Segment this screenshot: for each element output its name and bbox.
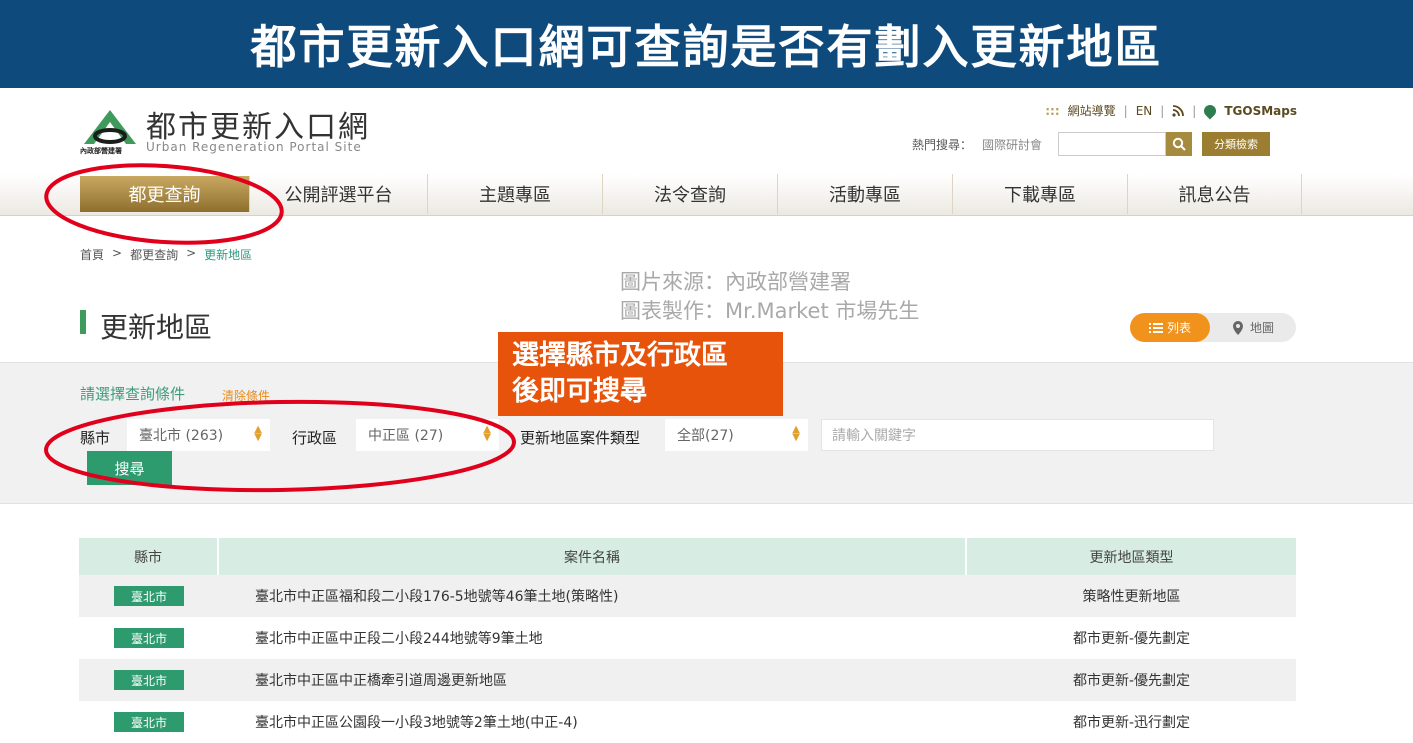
nav-topics[interactable]: 主題專區 — [428, 174, 603, 214]
header-case-name: 案件名稱 — [219, 538, 967, 575]
image-credit: 圖片來源：內政部營建署 圖表製作：Mr.Market 市場先生 — [620, 268, 919, 326]
breadcrumb: 首頁 > 都更查詢 > 更新地區 — [80, 246, 252, 263]
case-name[interactable]: 臺北市中正區中正段二小段244地號等9筆土地 — [219, 628, 967, 648]
case-type-select[interactable]: 全部(27) ▲ ▼ — [665, 419, 808, 451]
site-search-button[interactable] — [1166, 132, 1193, 156]
category-search-button[interactable]: 分類檢索 — [1202, 132, 1271, 156]
banner-title: 都市更新入口網可查詢是否有劃入更新地區 — [250, 20, 1163, 74]
hot-search-label: 熱門搜尋： — [912, 137, 973, 152]
title-banner: 都市更新入口網可查詢是否有劃入更新地區 — [0, 0, 1413, 88]
case-name[interactable]: 臺北市中正區公園段一小段3地號等2筆土地(中正-4) — [219, 712, 967, 732]
nav-urban-renewal-query[interactable]: 都更查詢 — [80, 176, 250, 212]
filter-title: 請選擇查詢條件 — [80, 385, 186, 403]
map-view-label: 地圖 — [1249, 321, 1274, 335]
logo-subtitle: Urban Regeneration Portal Site — [146, 140, 362, 154]
hot-search-bar: 熱門搜尋： 國際研討會 分類檢索 — [912, 132, 1271, 156]
site-search-input[interactable] — [1058, 132, 1167, 156]
select-arrows-icon: ▲ ▼ — [483, 424, 491, 443]
table-row[interactable]: 臺北市 臺北市中正區公園段一小段3地號等2筆土地(中正-4) 都市更新-迅行劃定 — [79, 701, 1296, 743]
title-accent-bar — [80, 310, 86, 334]
area-type: 都市更新-優先劃定 — [1072, 673, 1191, 689]
table-header: 縣市 案件名稱 更新地區類型 — [79, 538, 1296, 575]
list-icon — [1148, 322, 1163, 333]
nav-public-selection[interactable]: 公開評選平台 — [250, 174, 428, 214]
divider: | — [1160, 103, 1165, 118]
sitemap-dots: ::: — [1045, 103, 1060, 118]
case-type-select-value: 全部(27) — [677, 428, 734, 444]
divider: | — [1123, 103, 1128, 118]
city-badge: 臺北市 — [114, 670, 184, 690]
area-type: 都市更新-優先劃定 — [1072, 631, 1191, 647]
search-button[interactable]: 搜尋 — [87, 451, 172, 485]
rss-icon[interactable] — [1172, 104, 1185, 117]
nav-events[interactable]: 活動專區 — [778, 174, 953, 214]
credit-author: 圖表製作：Mr.Market 市場先生 — [620, 299, 920, 323]
list-view-label: 列表 — [1166, 321, 1191, 335]
breadcrumb-query[interactable]: 都更查詢 — [130, 246, 178, 263]
city-badge: 臺北市 — [114, 712, 184, 732]
search-icon — [1172, 137, 1186, 151]
english-link[interactable]: EN — [1136, 104, 1153, 118]
divider: | — [1192, 103, 1197, 118]
table-row[interactable]: 臺北市 臺北市中正區中正橋牽引道周邊更新地區 都市更新-優先劃定 — [79, 659, 1296, 701]
instruction-callout: 選擇縣市及行政區 後即可搜尋 — [498, 332, 783, 416]
list-view-button[interactable]: 列表 — [1130, 313, 1210, 342]
district-label: 行政區 — [292, 429, 338, 447]
city-badge: 臺北市 — [114, 586, 184, 606]
main-nav: 都更查詢 公開評選平台 主題專區 法令查詢 活動專區 下載專區 訊息公告 — [0, 174, 1413, 216]
table-row[interactable]: 臺北市 臺北市中正區中正段二小段244地號等9筆土地 都市更新-優先劃定 — [79, 617, 1296, 659]
nav-announcements[interactable]: 訊息公告 — [1128, 174, 1302, 214]
select-arrows-icon: ▲ ▼ — [792, 424, 800, 443]
results-table: 縣市 案件名稱 更新地區類型 臺北市 臺北市中正區福和段二小段176-5地號等4… — [79, 538, 1296, 743]
nav-regulations[interactable]: 法令查詢 — [603, 174, 778, 214]
city-badge: 臺北市 — [114, 628, 184, 648]
portal-page: 都市更新入口網 Urban Regeneration Portal Site 內… — [0, 88, 1413, 743]
clear-filters-link[interactable]: 清除條件 — [222, 387, 270, 404]
header-city: 縣市 — [79, 538, 219, 575]
table-row[interactable]: 臺北市 臺北市中正區福和段二小段176-5地號等46筆土地(策略性) 策略性更新… — [79, 575, 1296, 617]
map-pin-icon — [1201, 102, 1219, 119]
map-pin-icon — [1232, 320, 1243, 335]
nav-downloads[interactable]: 下載專區 — [953, 174, 1128, 214]
case-type-label: 更新地區案件類型 — [520, 429, 641, 447]
page-title: 更新地區 — [100, 311, 213, 344]
hot-search-term[interactable]: 國際研討會 — [982, 136, 1042, 153]
map-view-button[interactable]: 地圖 — [1210, 319, 1296, 336]
district-select[interactable]: 中正區 (27) ▲ ▼ — [356, 419, 499, 451]
area-type: 都市更新-迅行劃定 — [1072, 715, 1191, 731]
city-select[interactable]: 臺北市 (263) ▲ ▼ — [127, 419, 270, 451]
sitemap-link[interactable]: 網站導覽 — [1068, 102, 1116, 119]
table-body: 臺北市 臺北市中正區福和段二小段176-5地號等46筆土地(策略性) 策略性更新… — [79, 575, 1296, 743]
header-area-type: 更新地區類型 — [1089, 549, 1174, 566]
view-toggle: 列表 地圖 — [1130, 313, 1296, 342]
callout-line-2: 後即可搜尋 — [512, 376, 647, 407]
callout-line-1: 選擇縣市及行政區 — [512, 340, 728, 371]
city-select-value: 臺北市 (263) — [139, 428, 224, 444]
breadcrumb-separator: > — [186, 246, 197, 260]
breadcrumb-current: 更新地區 — [204, 248, 253, 262]
district-select-value: 中正區 (27) — [368, 428, 444, 444]
logo-icon — [84, 110, 136, 144]
case-name[interactable]: 臺北市中正區中正橋牽引道周邊更新地區 — [219, 670, 967, 690]
keyword-input[interactable]: 請輸入關鍵字 — [821, 419, 1214, 451]
city-label: 縣市 — [80, 429, 111, 447]
area-type: 策略性更新地區 — [1082, 589, 1181, 605]
utility-nav: ::: 網站導覽 | EN | | TGOSMaps — [1045, 102, 1297, 119]
case-name[interactable]: 臺北市中正區福和段二小段176-5地號等46筆土地(策略性) — [219, 586, 967, 606]
breadcrumb-separator: > — [112, 246, 123, 260]
select-arrows-icon: ▲ ▼ — [254, 424, 262, 443]
credit-source: 圖片來源：內政部營建署 — [620, 270, 851, 294]
breadcrumb-home[interactable]: 首頁 — [80, 246, 104, 263]
logo-agency: 內政部營建署 — [80, 147, 122, 155]
site-logo[interactable]: 都市更新入口網 Urban Regeneration Portal Site 內… — [80, 104, 380, 156]
tgos-link[interactable]: TGOSMaps — [1224, 104, 1297, 118]
